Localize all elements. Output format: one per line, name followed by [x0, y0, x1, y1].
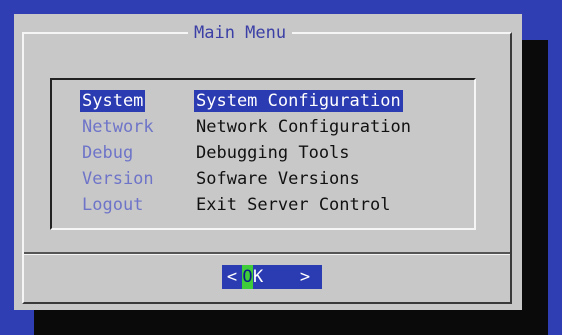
- menu-tag: Logout: [82, 195, 144, 215]
- menu-item-logout[interactable]: Logout Exit Server Control: [48, 194, 468, 220]
- ok-button-label: K: [253, 267, 264, 287]
- menu-tag: System: [80, 90, 146, 112]
- menu-item-debug[interactable]: Debug Debugging Tools: [48, 142, 468, 168]
- menu-item-network[interactable]: Network Network Configuration: [48, 116, 468, 142]
- dialog-title: Main Menu: [188, 22, 293, 44]
- menu-description: Network Configuration: [196, 117, 411, 137]
- menu-tag: Version: [82, 169, 154, 189]
- menu-item-version[interactable]: Version Sofware Versions: [48, 168, 468, 194]
- ok-button-right-bracket: >: [299, 267, 311, 287]
- menu-item-system[interactable]: System System Configuration: [48, 90, 468, 116]
- menu-tag: Network: [82, 117, 154, 137]
- menu-tag: Debug: [82, 143, 134, 163]
- button-separator: [24, 252, 510, 255]
- menu-description: Exit Server Control: [196, 195, 391, 215]
- ok-button-left-bracket: <: [226, 267, 238, 287]
- ok-button-hotkey: O: [242, 265, 253, 289]
- ok-button[interactable]: < O K >: [222, 265, 322, 289]
- menu-description: Sofware Versions: [196, 169, 360, 189]
- main-menu-dialog: Main Menu System System Configuration Ne…: [14, 14, 522, 310]
- menu-description: Debugging Tools: [196, 143, 350, 163]
- menu-list: System System Configuration Network Netw…: [48, 90, 468, 220]
- menu-description: System Configuration: [194, 90, 403, 112]
